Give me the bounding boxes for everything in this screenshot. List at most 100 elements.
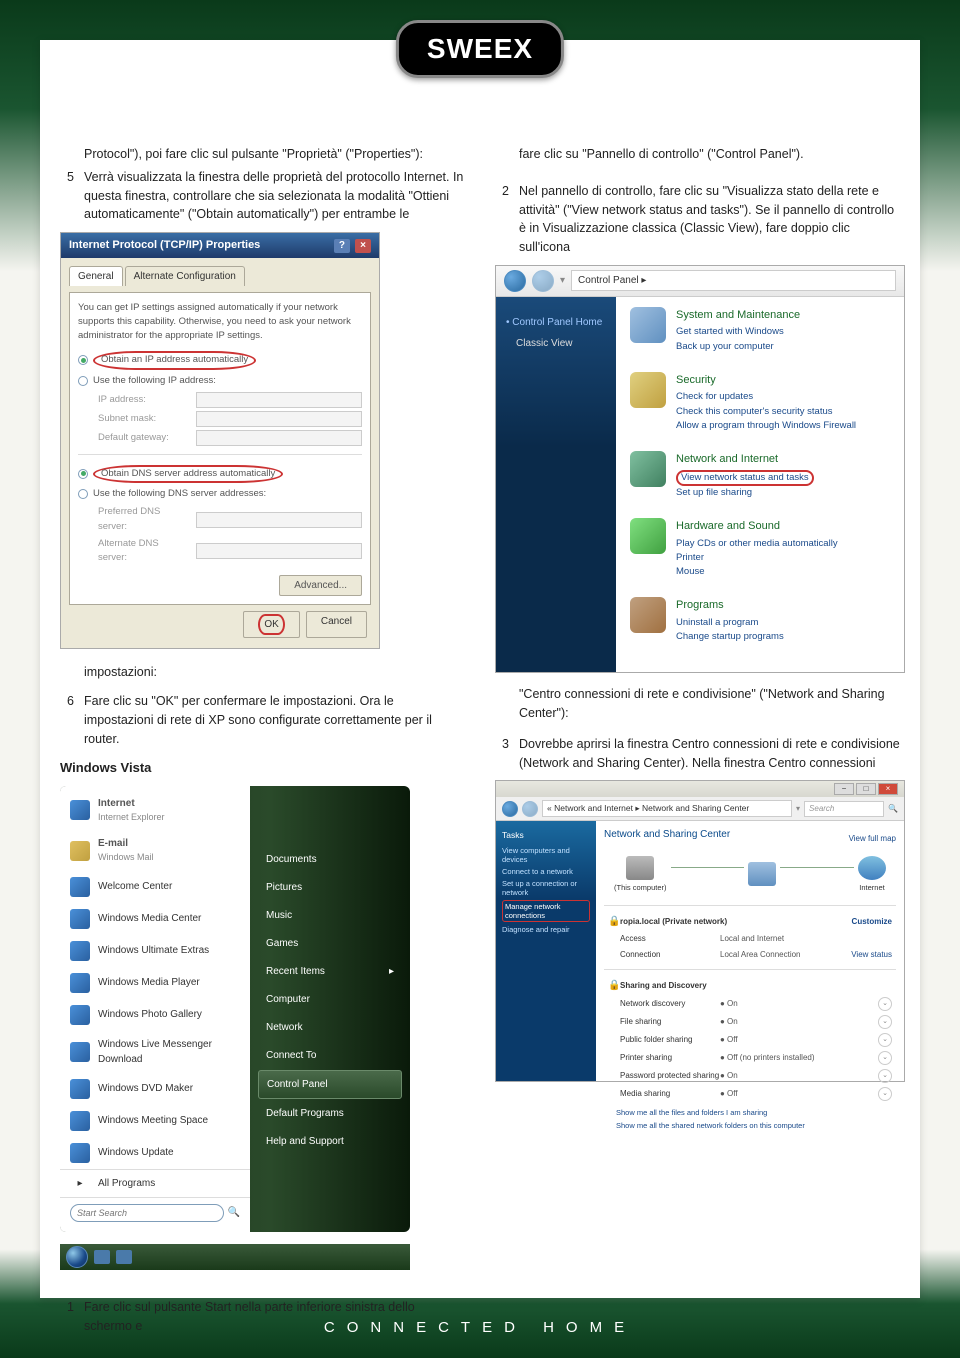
app-icon — [70, 973, 90, 993]
link-file-sharing[interactable]: Set up file sharing — [676, 486, 890, 500]
control-panel-menu-item[interactable]: Control Panel — [258, 1070, 402, 1099]
sharing-row: Network discovery● On⌄ — [604, 995, 896, 1013]
nsc-breadcrumb[interactable]: « Network and Internet ▸ Network and Sha… — [542, 800, 792, 817]
start-right-item[interactable]: Recent Items ▸ — [258, 958, 402, 985]
minimize-icon[interactable]: − — [834, 783, 854, 795]
start-right-item[interactable]: Help and Support — [258, 1128, 402, 1155]
link-backup[interactable]: Back up your computer — [676, 340, 890, 354]
nsc-title: Network and Sharing Center — [604, 827, 730, 842]
chevron-down-icon[interactable]: ⌄ — [878, 997, 892, 1011]
brand-logo: SWEEX — [396, 20, 564, 78]
cat-hardware[interactable]: Hardware and Sound — [676, 518, 890, 535]
start-item-internet[interactable]: InternetInternet Explorer — [60, 790, 250, 831]
step-number-2: 2 — [495, 182, 509, 257]
cat-programs[interactable]: Programs — [676, 597, 890, 614]
link-firewall[interactable]: Allow a program through Windows Firewall — [676, 419, 890, 433]
link-uninstall[interactable]: Uninstall a program — [676, 616, 890, 630]
chevron-down-icon[interactable]: ⌄ — [878, 1069, 892, 1083]
chevron-down-icon[interactable]: ⌄ — [878, 1087, 892, 1101]
taskbar-icon[interactable] — [94, 1250, 110, 1264]
customize-link[interactable]: Customize — [852, 916, 892, 928]
nsc-task-link[interactable]: View computers and devices — [502, 846, 590, 864]
view-status-link[interactable]: View status — [851, 949, 892, 961]
start-right-item[interactable]: Pictures — [258, 874, 402, 901]
highlight-network-status: View network status and tasks — [676, 470, 814, 486]
start-right-item[interactable]: Computer — [258, 986, 402, 1013]
start-menu-item[interactable]: Welcome Center — [60, 871, 250, 903]
back-button-icon[interactable] — [504, 270, 526, 292]
start-menu-item[interactable]: Windows Meeting Space — [60, 1105, 250, 1137]
forward-button-icon[interactable] — [522, 801, 538, 817]
cp-breadcrumb[interactable]: Control Panel ▸ — [571, 270, 896, 291]
step-number-5: 5 — [60, 168, 74, 224]
chevron-down-icon[interactable]: ⌄ — [878, 1015, 892, 1029]
start-menu-item[interactable]: Windows DVD Maker — [60, 1073, 250, 1105]
cat-security[interactable]: Security — [676, 372, 890, 389]
start-menu-item[interactable]: Windows Photo Gallery — [60, 999, 250, 1031]
advanced-button[interactable]: Advanced... — [279, 575, 362, 596]
link-get-started[interactable]: Get started with Windows — [676, 325, 890, 339]
start-right-item[interactable]: Music — [258, 902, 402, 929]
sharing-discovery-title: Sharing and Discovery — [620, 980, 707, 992]
manage-network-connections-link[interactable]: Manage network connections — [502, 900, 590, 922]
radio-obtain-dns-auto[interactable]: Obtain DNS server address automatically — [78, 465, 362, 483]
tab-general[interactable]: General — [69, 266, 123, 286]
start-right-item[interactable]: Network — [258, 1014, 402, 1041]
cat-system-maintenance[interactable]: System and Maintenance — [676, 307, 890, 324]
nsc-task-link[interactable]: Set up a connection or network — [502, 879, 590, 897]
link-check-updates[interactable]: Check for updates — [676, 390, 890, 404]
cat-network[interactable]: Network and Internet — [676, 451, 890, 468]
left-column: Protocol"), poi fare clic sul pulsante "… — [60, 145, 465, 1339]
ok-button[interactable]: OK — [243, 611, 299, 638]
input-subnet — [196, 411, 362, 427]
tab-alternate[interactable]: Alternate Configuration — [125, 266, 245, 286]
start-menu-item[interactable]: Windows Media Center — [60, 903, 250, 935]
step-number-3: 3 — [495, 735, 509, 773]
all-programs[interactable]: ▸ All Programs — [60, 1169, 250, 1197]
start-menu-item[interactable]: Windows Live Messenger Download — [60, 1031, 250, 1073]
radio-use-following-ip[interactable]: Use the following IP address: — [78, 374, 362, 388]
link-startup[interactable]: Change startup programs — [676, 630, 890, 644]
start-right-item[interactable]: Default Programs — [258, 1100, 402, 1127]
nsc-task-link[interactable]: Diagnose and repair — [502, 925, 590, 934]
chevron-down-icon[interactable]: ⌄ — [878, 1051, 892, 1065]
link-view-network-status[interactable]: View network status and tasks — [676, 470, 890, 486]
link-security-status[interactable]: Check this computer's security status — [676, 405, 890, 419]
start-menu-item[interactable]: Windows Update — [60, 1137, 250, 1169]
close-icon[interactable]: × — [878, 783, 898, 795]
label-access: Access — [620, 933, 720, 945]
link-printer[interactable]: Printer — [676, 551, 890, 565]
start-menu-item[interactable]: Windows Media Player — [60, 967, 250, 999]
radio-obtain-ip-auto[interactable]: Obtain an IP address automatically — [78, 351, 362, 369]
sharing-row: Public folder sharing● Off⌄ — [604, 1031, 896, 1049]
show-files-link[interactable]: Show me all the files and folders I am s… — [616, 1107, 896, 1118]
nsc-task-link[interactable]: Connect to a network — [502, 867, 590, 876]
taskbar-icon[interactable] — [116, 1250, 132, 1264]
nsc-search-input[interactable]: Search — [804, 801, 884, 817]
start-right-item[interactable]: Documents — [258, 846, 402, 873]
label-ip-address: IP address: — [98, 393, 188, 407]
link-mouse[interactable]: Mouse — [676, 565, 890, 579]
start-right-item[interactable]: Games — [258, 930, 402, 957]
show-folders-link[interactable]: Show me all the shared network folders o… — [616, 1120, 896, 1131]
start-menu-item[interactable]: Windows Ultimate Extras — [60, 935, 250, 967]
help-icon[interactable]: ? — [334, 239, 350, 253]
start-right-item[interactable]: Connect To — [258, 1042, 402, 1069]
radio-use-following-dns[interactable]: Use the following DNS server addresses: — [78, 487, 362, 501]
app-icon — [70, 1042, 90, 1062]
back-button-icon[interactable] — [502, 801, 518, 817]
cp-home-link[interactable]: Control Panel Home — [506, 315, 606, 330]
chevron-down-icon[interactable]: ⌄ — [878, 1033, 892, 1047]
start-orb-icon[interactable] — [66, 1246, 88, 1268]
cp-classic-view[interactable]: Classic View — [516, 336, 606, 351]
cancel-button[interactable]: Cancel — [306, 611, 367, 638]
maximize-icon[interactable]: □ — [856, 783, 876, 795]
start-item-email[interactable]: E-mailWindows Mail — [60, 830, 250, 871]
security-icon — [630, 372, 666, 408]
impostazioni-caption: impostazioni: — [84, 663, 465, 682]
forward-button-icon[interactable] — [532, 270, 554, 292]
link-autoplay[interactable]: Play CDs or other media automatically — [676, 537, 890, 551]
view-full-map-link[interactable]: View full map — [849, 833, 896, 845]
close-icon[interactable]: × — [355, 239, 371, 253]
start-search-input[interactable] — [70, 1204, 224, 1222]
